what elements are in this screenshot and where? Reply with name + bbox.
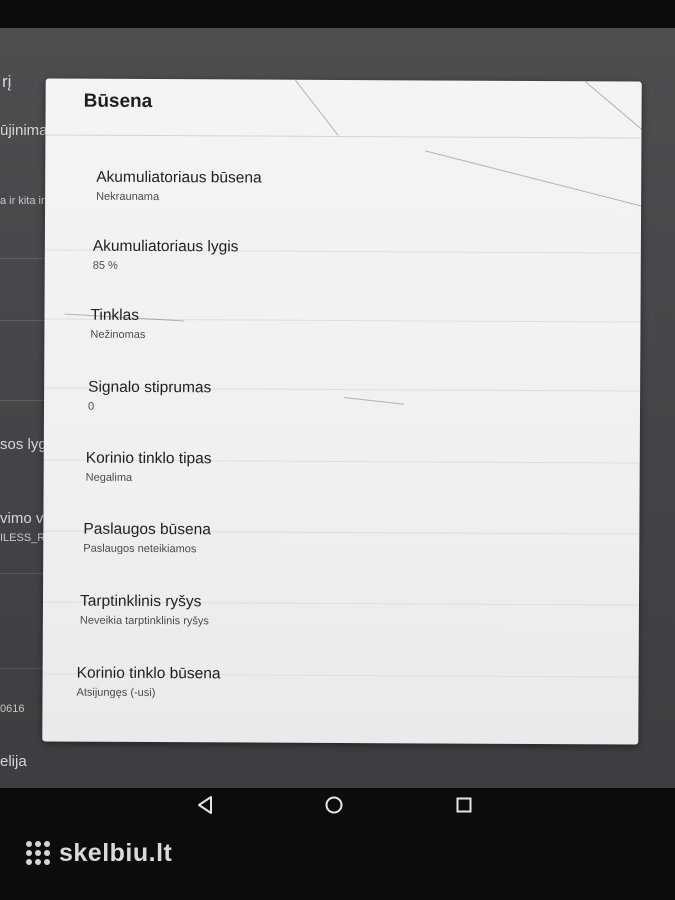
skelbiu-watermark: skelbiu.lt bbox=[26, 836, 172, 870]
title-divider bbox=[45, 134, 642, 139]
home-circle-icon bbox=[325, 796, 343, 814]
screen-crack bbox=[585, 81, 642, 134]
status-item-signal-strength[interactable]: Signalo stiprumas 0 bbox=[43, 378, 640, 464]
item-value: Negalima bbox=[85, 471, 133, 484]
item-value: 0 bbox=[87, 400, 95, 413]
item-title: Korinio tinklo būsena bbox=[76, 664, 221, 683]
item-value: Paslaugos neteikiamos bbox=[83, 542, 197, 556]
item-title: Paslaugos būsena bbox=[83, 520, 211, 539]
status-item-roaming[interactable]: Tarptinklinis ryšys Neveikia tarptinklin… bbox=[42, 592, 639, 678]
item-value: Neveikia tarptinklinis ryšys bbox=[79, 614, 209, 628]
item-value: Nekraunama bbox=[96, 190, 160, 204]
item-value: 85 % bbox=[92, 259, 118, 272]
navigation-bar bbox=[0, 770, 675, 840]
watermark-dots-icon bbox=[26, 840, 51, 866]
dialog-title: Būsena bbox=[83, 90, 153, 113]
status-item-mobile-network-state[interactable]: Korinio tinklo būsena Atsijungęs (-usi) bbox=[42, 664, 638, 737]
item-title: Signalo stiprumas bbox=[88, 378, 212, 397]
home-button[interactable] bbox=[319, 790, 349, 820]
status-item-service-state[interactable]: Paslaugos būsena Paslaugos neteikiamos bbox=[42, 520, 639, 606]
status-item-battery-status[interactable]: Akumuliatoriaus būsena Nekraunama bbox=[44, 168, 641, 254]
item-value: Nežinomas bbox=[90, 328, 146, 341]
status-item-battery-level[interactable]: Akumuliatoriaus lygis 85 % bbox=[44, 237, 641, 323]
background-text-fragment: rį bbox=[2, 72, 12, 91]
recents-square-icon bbox=[456, 797, 472, 813]
watermark-text: skelbiu.lt bbox=[59, 838, 173, 867]
background-text-fragment: elija bbox=[0, 753, 27, 770]
back-triangle-icon bbox=[198, 796, 212, 814]
recents-button[interactable] bbox=[449, 790, 479, 820]
item-title: Tarptinklinis ryšys bbox=[79, 592, 202, 611]
item-title: Akumuliatoriaus būsena bbox=[96, 168, 262, 187]
status-item-mobile-network-type[interactable]: Korinio tinklo tipas Negalima bbox=[43, 449, 640, 535]
back-button[interactable] bbox=[190, 790, 220, 820]
status-dialog: Būsena Akumuliatoriaus būsena Nekraunama… bbox=[42, 78, 642, 745]
background-text-fragment: 0616 bbox=[0, 703, 25, 715]
screen-crack bbox=[294, 79, 339, 136]
item-title: Akumuliatoriaus lygis bbox=[92, 237, 239, 256]
item-title: Korinio tinklo tipas bbox=[85, 449, 212, 468]
item-value: Atsijungęs (-usi) bbox=[76, 686, 156, 700]
